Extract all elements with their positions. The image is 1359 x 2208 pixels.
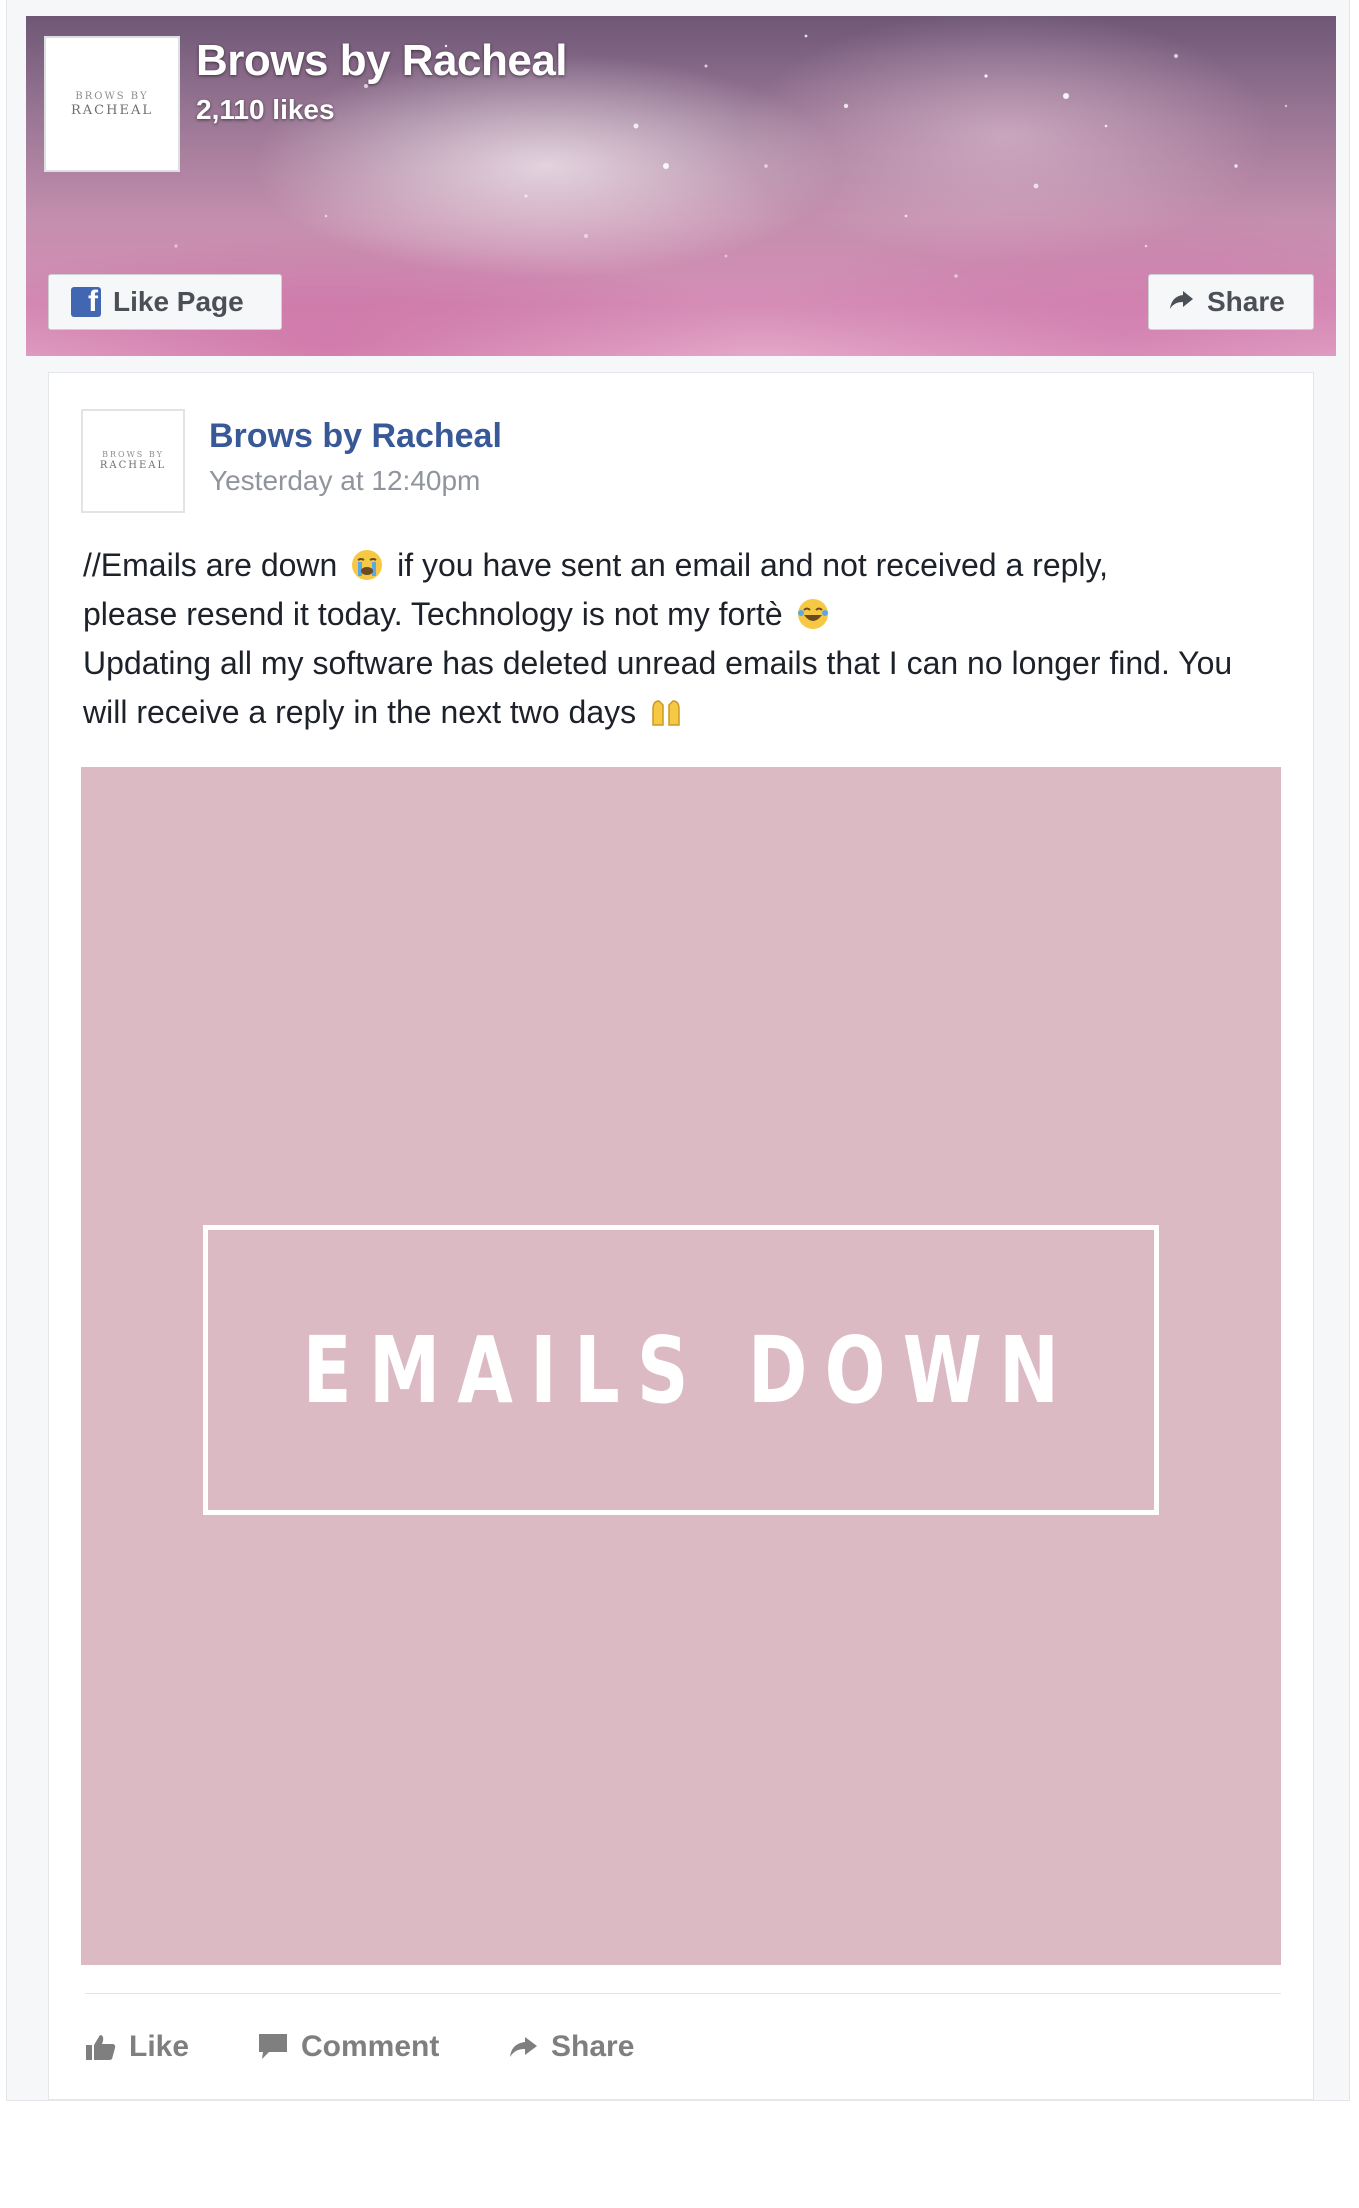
logo-text-top: BROWS BY — [75, 90, 149, 102]
share-post-label: Share — [551, 2030, 635, 2063]
raised-hands-emoji — [652, 700, 680, 726]
page-cover: BROWS BY RACHEAL Brows by Racheal 2,110 … — [26, 16, 1336, 356]
share-page-label: Share — [1207, 286, 1285, 317]
crying-face-emoji — [352, 550, 383, 580]
comment-label: Comment — [301, 2030, 440, 2063]
page-title[interactable]: Brows by Racheal — [196, 36, 568, 86]
author-avatar[interactable]: BROWS BY RACHEAL — [81, 409, 185, 513]
comment-button[interactable]: Comment — [257, 2025, 439, 2069]
share-page-button[interactable]: Share — [1148, 274, 1314, 330]
page-likes-count: 2,110 likes — [196, 94, 335, 125]
share-post-button[interactable]: Share — [509, 2025, 634, 2069]
logo-text-bottom: RACHEAL — [71, 102, 153, 118]
post-card: BROWS BY RACHEAL Brows by Racheal Yester… — [48, 372, 1314, 2100]
page-logo[interactable]: BROWS BY RACHEAL — [44, 36, 180, 172]
like-label: Like — [129, 2030, 190, 2063]
facebook-icon: f — [71, 287, 101, 317]
thumbs-up-icon — [86, 2035, 116, 2060]
tears-of-joy-emoji — [797, 599, 828, 629]
like-page-label: Like Page — [113, 286, 244, 317]
post-timestamp[interactable]: Yesterday at 12:40pm — [209, 465, 480, 497]
action-divider — [85, 1993, 1281, 1994]
post-message: //Emails are down if you have sent an em… — [83, 541, 1283, 737]
post-text-line-3: please resend it today. Technology is no… — [83, 596, 783, 632]
post-text-line-1: //Emails are down — [83, 547, 338, 583]
post-author-name[interactable]: Brows by Racheal — [209, 417, 502, 456]
share-arrow-icon — [1169, 286, 1195, 318]
post-image[interactable]: EMAILS DOWN — [81, 767, 1281, 1965]
image-text-frame: EMAILS DOWN — [203, 1225, 1159, 1515]
share-arrow-icon — [510, 2037, 537, 2057]
post-text-line-2: if you have sent an email and not receiv… — [397, 547, 1109, 583]
comment-bubble-icon — [259, 2034, 287, 2059]
avatar-text-bottom: RACHEAL — [99, 460, 167, 471]
image-caption: EMAILS DOWN — [302, 1316, 1077, 1424]
like-page-button[interactable]: f Like Page — [48, 274, 282, 330]
avatar-text-top: BROWS BY — [102, 450, 164, 459]
like-button[interactable]: Like — [85, 2025, 189, 2069]
